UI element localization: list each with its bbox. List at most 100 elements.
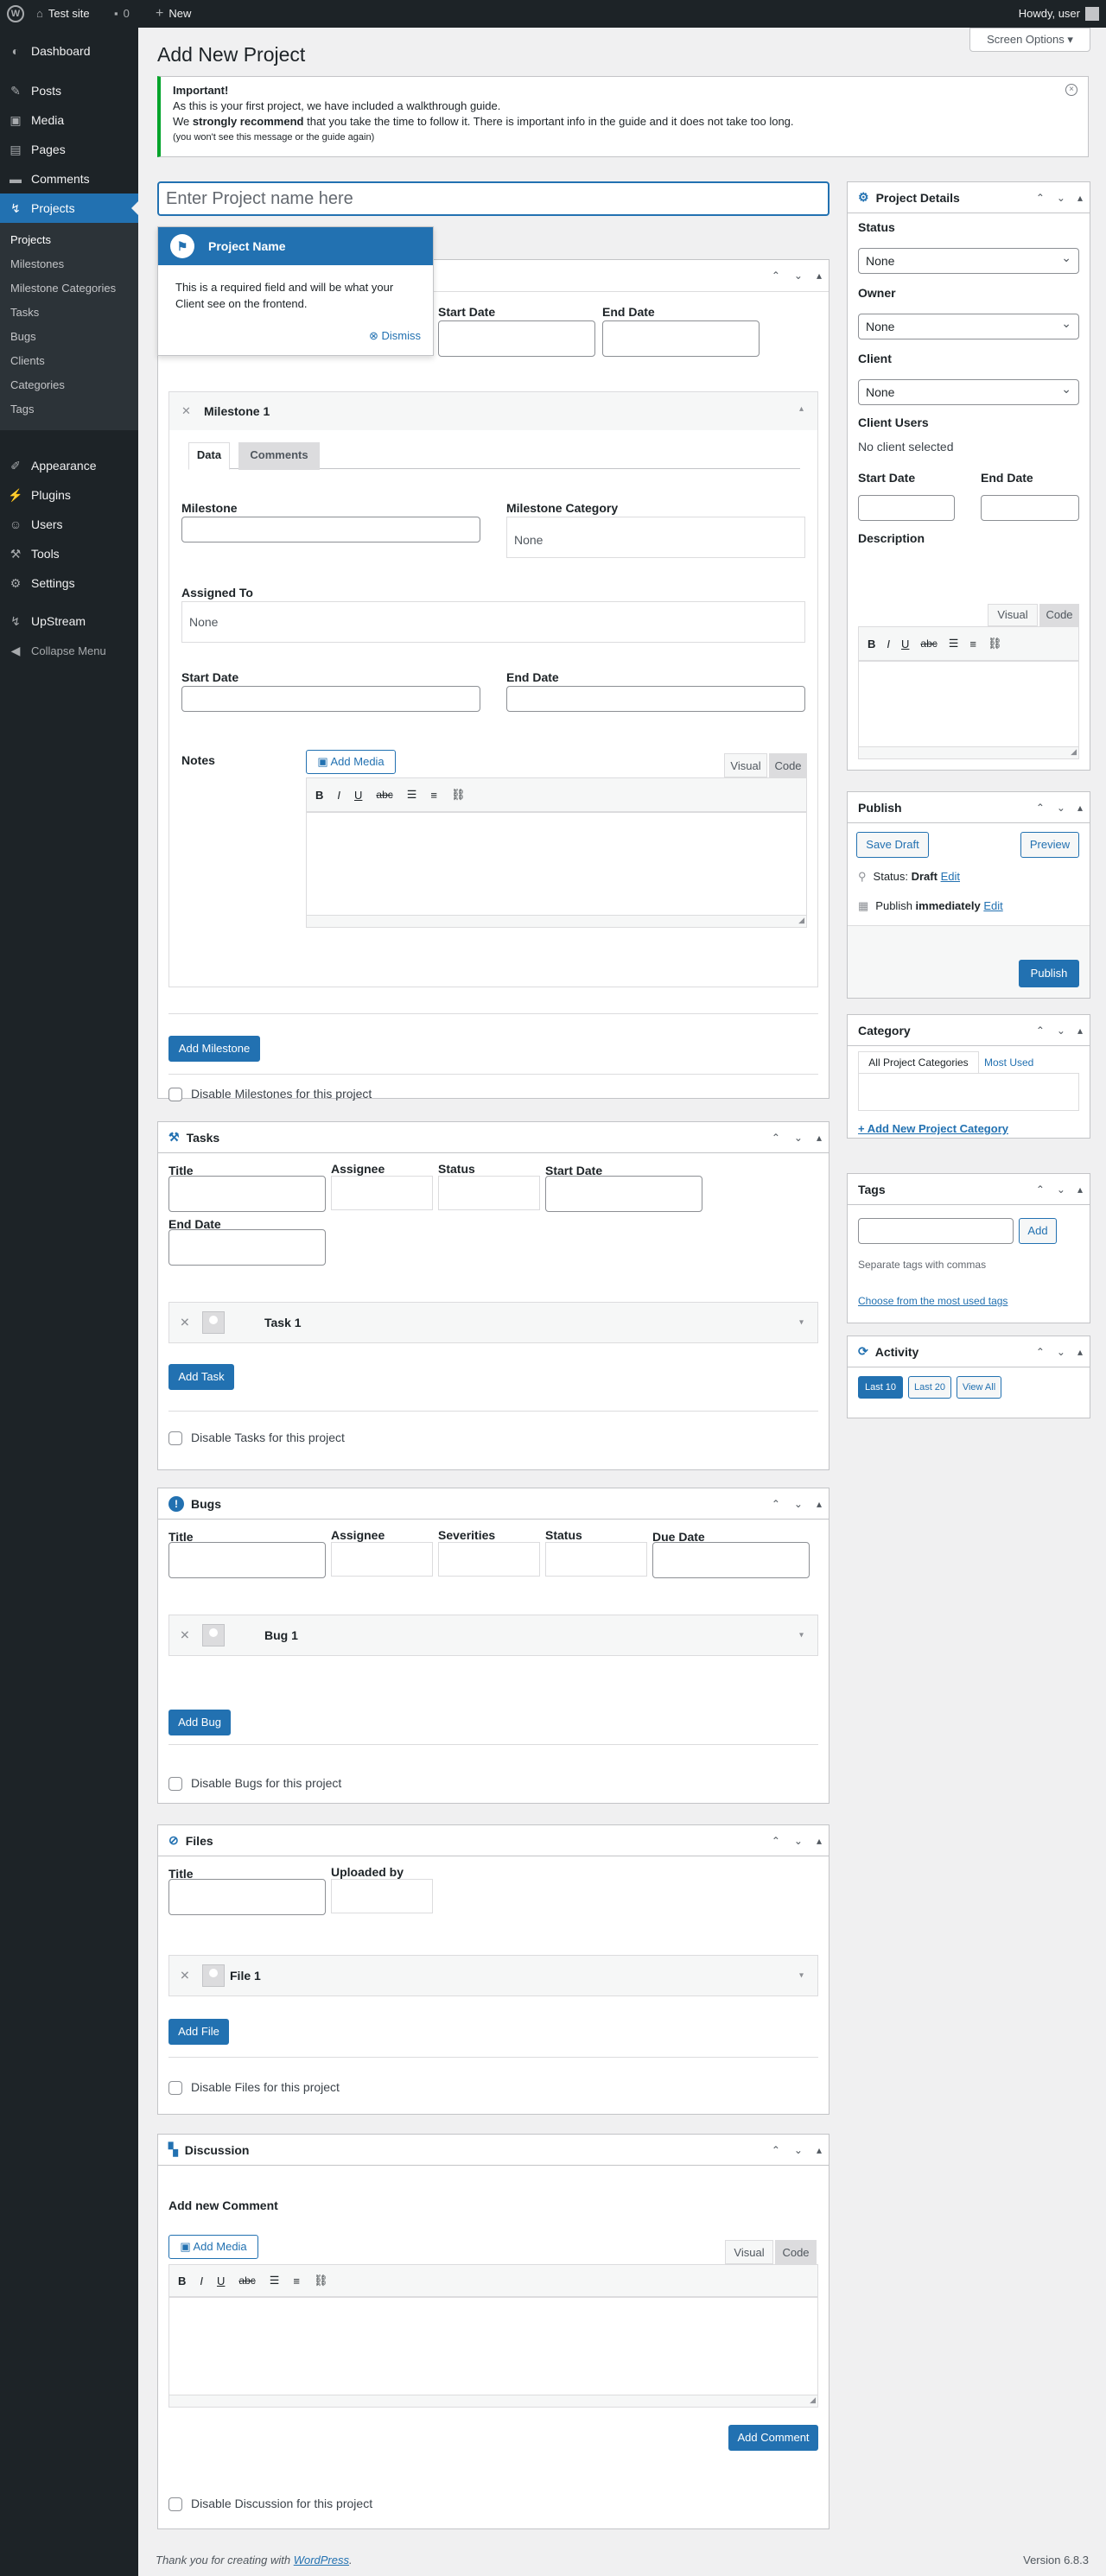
menu-dashboard[interactable]: ◐ Dashboard xyxy=(0,36,138,66)
move-down-icon[interactable]: ⌄ xyxy=(1057,1183,1065,1196)
move-up-icon[interactable]: ⌃ xyxy=(772,270,780,282)
move-down-icon[interactable]: ⌄ xyxy=(794,1498,803,1510)
toggle-icon[interactable]: ▴ xyxy=(817,1835,822,1847)
move-up-icon[interactable]: ⌃ xyxy=(1036,192,1045,204)
submenu-tasks[interactable]: Tasks xyxy=(0,301,138,325)
bug-assignee-filter[interactable] xyxy=(331,1542,433,1577)
dismiss-notice-icon[interactable]: × xyxy=(1065,84,1077,96)
bug-item[interactable]: ✕ Bug 1 ▾ xyxy=(168,1615,818,1656)
milestone-end-date-filter[interactable] xyxy=(602,320,760,357)
file-uploaded-by-filter[interactable] xyxy=(331,1879,433,1913)
toggle-icon[interactable]: ▴ xyxy=(1077,1346,1083,1358)
task-status-filter[interactable] xyxy=(438,1176,540,1210)
toggle-icon[interactable]: ▴ xyxy=(1077,802,1083,814)
menu-projects[interactable]: ↯ Projects xyxy=(0,194,138,223)
bold-icon[interactable]: B xyxy=(315,789,323,802)
numbered-list-icon[interactable]: ≡ xyxy=(430,789,437,802)
comment-editor[interactable] xyxy=(168,2297,818,2395)
link-icon[interactable]: ⛓ xyxy=(988,637,1002,650)
toggle-icon[interactable]: ▴ xyxy=(1077,1183,1083,1196)
milestone-item-header[interactable]: ✕ Milestone 1 ▴ xyxy=(169,392,817,430)
toggle-icon[interactable]: ▴ xyxy=(817,1498,822,1510)
submenu-milestone-categories[interactable]: Milestone Categories xyxy=(0,276,138,301)
add-task-button[interactable]: Add Task xyxy=(168,1364,234,1390)
tab-code[interactable]: Code xyxy=(775,2240,817,2264)
last-20-button[interactable]: Last 20 xyxy=(908,1376,951,1399)
file-title-filter[interactable] xyxy=(168,1879,326,1915)
menu-upstream[interactable]: ↯ UpStream xyxy=(0,606,138,636)
move-up-icon[interactable]: ⌃ xyxy=(772,2144,780,2156)
view-all-button[interactable]: View All xyxy=(957,1376,1001,1399)
milestone-start-date-input[interactable] xyxy=(181,686,480,712)
expand-icon[interactable]: ▾ xyxy=(799,1971,804,1981)
category-checklist[interactable] xyxy=(858,1073,1079,1111)
milestone-end-date-input[interactable] xyxy=(506,686,805,712)
new-content-link[interactable]: + New xyxy=(156,0,191,28)
menu-appearance[interactable]: ✐ Appearance xyxy=(0,451,138,480)
bullet-list-icon[interactable]: ☰ xyxy=(270,2274,280,2287)
menu-users[interactable]: ☺ Users xyxy=(0,510,138,539)
dismiss-pointer-link[interactable]: ⊗ Dismiss xyxy=(369,329,421,343)
last-10-button[interactable]: Last 10 xyxy=(858,1376,903,1399)
file-item[interactable]: ✕ File 1 ▾ xyxy=(168,1955,818,1996)
description-editor[interactable] xyxy=(858,661,1079,747)
bug-due-date-filter[interactable] xyxy=(652,1542,810,1578)
numbered-list-icon[interactable]: ≡ xyxy=(969,638,976,650)
menu-posts[interactable]: ✎ Posts xyxy=(0,76,138,105)
save-draft-button[interactable]: Save Draft xyxy=(856,832,929,858)
task-start-date-filter[interactable] xyxy=(545,1176,702,1212)
add-comment-button[interactable]: Add Comment xyxy=(728,2425,818,2451)
notes-editor[interactable] xyxy=(306,812,807,916)
edit-publish-date-link[interactable]: Edit xyxy=(983,899,1002,912)
italic-icon[interactable]: I xyxy=(200,2275,203,2287)
move-down-icon[interactable]: ⌄ xyxy=(1057,1025,1065,1037)
numbered-list-icon[interactable]: ≡ xyxy=(293,2275,300,2287)
disable-milestones-checkbox[interactable] xyxy=(168,1088,182,1101)
add-media-button[interactable]: ▣ Add Media xyxy=(306,750,396,774)
italic-icon[interactable]: I xyxy=(887,638,890,650)
collapse-icon[interactable]: ▴ xyxy=(799,404,804,414)
italic-icon[interactable]: I xyxy=(337,789,340,802)
owner-select[interactable]: None xyxy=(858,314,1079,339)
strikethrough-icon[interactable]: abc xyxy=(238,2275,255,2287)
move-up-icon[interactable]: ⌃ xyxy=(772,1498,780,1510)
milestone-name-input[interactable] xyxy=(181,517,480,542)
wordpress-logo-icon[interactable]: W xyxy=(7,0,24,28)
status-select[interactable]: None xyxy=(858,248,1079,274)
task-item[interactable]: ✕ Task 1 ▾ xyxy=(168,1302,818,1343)
disable-tasks-checkbox[interactable] xyxy=(168,1431,182,1445)
submenu-bugs[interactable]: Bugs xyxy=(0,325,138,349)
site-name-link[interactable]: ⌂ Test site xyxy=(36,0,90,28)
strikethrough-icon[interactable]: abc xyxy=(376,789,392,801)
bold-icon[interactable]: B xyxy=(178,2275,186,2287)
wordpress-link[interactable]: WordPress xyxy=(294,2554,349,2566)
project-end-date-input[interactable] xyxy=(981,495,1079,521)
delete-icon[interactable]: ✕ xyxy=(180,1316,190,1330)
tab-code[interactable]: Code xyxy=(769,753,807,777)
resize-handle-icon[interactable]: ◢ xyxy=(798,916,804,925)
add-milestone-button[interactable]: Add Milestone xyxy=(168,1036,260,1062)
preview-button[interactable]: Preview xyxy=(1020,832,1079,858)
submenu-projects[interactable]: Projects xyxy=(0,228,138,252)
bold-icon[interactable]: B xyxy=(868,638,875,650)
submenu-tags[interactable]: Tags xyxy=(0,397,138,422)
toggle-icon[interactable]: ▴ xyxy=(1077,192,1083,204)
menu-settings[interactable]: ⚙ Settings xyxy=(0,568,138,598)
toggle-icon[interactable]: ▴ xyxy=(817,2144,822,2156)
underline-icon[interactable]: U xyxy=(217,2275,225,2287)
tab-visual[interactable]: Visual xyxy=(724,753,767,777)
publish-button[interactable]: Publish xyxy=(1019,960,1079,987)
link-icon[interactable]: ⛓ xyxy=(314,2274,328,2287)
add-file-button[interactable]: Add File xyxy=(168,2019,229,2045)
tab-visual[interactable]: Visual xyxy=(725,2240,773,2264)
project-start-date-input[interactable] xyxy=(858,495,955,521)
strikethrough-icon[interactable]: abc xyxy=(920,638,937,650)
move-down-icon[interactable]: ⌄ xyxy=(794,270,803,282)
menu-plugins[interactable]: ⚡ Plugins xyxy=(0,480,138,510)
move-down-icon[interactable]: ⌄ xyxy=(794,1835,803,1847)
link-icon[interactable]: ⛓ xyxy=(451,788,466,802)
add-media-button[interactable]: ▣ Add Media xyxy=(168,2235,258,2259)
project-title-input[interactable]: Enter Project name here xyxy=(157,181,830,216)
tag-input[interactable] xyxy=(858,1218,1014,1244)
bug-severities-filter[interactable] xyxy=(438,1542,540,1577)
